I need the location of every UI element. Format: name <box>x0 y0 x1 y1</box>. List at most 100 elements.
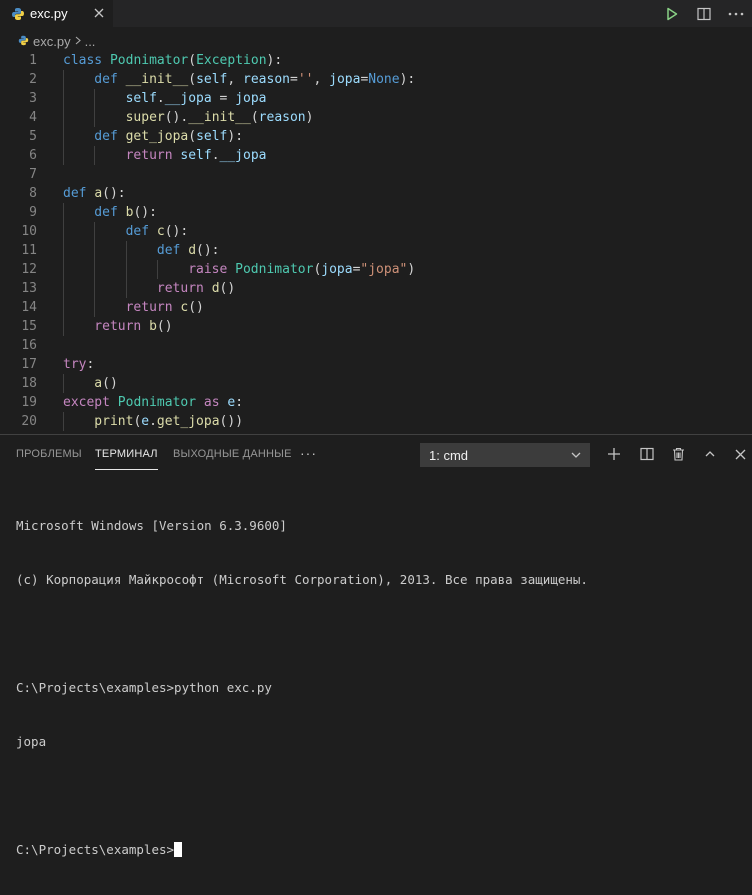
split-editor-icon[interactable] <box>688 2 720 26</box>
code-token: () <box>102 376 118 391</box>
code-token: __jopa <box>219 148 267 163</box>
terminal-line: Microsoft Windows [Version 6.3.9600] <box>16 518 287 533</box>
code-text: try: <box>63 355 94 374</box>
terminal-line: jopa <box>16 734 47 749</box>
line-number: 6 <box>29 148 37 163</box>
code-token: return <box>94 319 150 334</box>
code-token: get_jopa <box>125 129 189 144</box>
code-token: () <box>188 300 204 315</box>
code-token: self <box>125 91 157 106</box>
code-line[interactable]: 7 <box>0 165 752 184</box>
line-number: 19 <box>21 395 37 410</box>
code-token: d <box>211 281 220 296</box>
code-token: . <box>211 148 220 163</box>
code-text: raise Podnimator(jopa="jopa") <box>188 260 415 279</box>
chevron-up-icon[interactable] <box>698 443 722 465</box>
terminal-prompt: C:\Projects\examples> <box>16 842 175 857</box>
line-number: 11 <box>21 243 37 258</box>
code-token: as <box>196 395 228 410</box>
code-text: return c() <box>126 298 204 317</box>
indent-guide <box>63 279 64 298</box>
code-token: b <box>149 319 157 334</box>
code-line[interactable]: 4 super().__init__(reason) <box>0 108 752 127</box>
code-token: def <box>94 72 126 87</box>
code-text: def __init__(self, reason='', jopa=None)… <box>94 70 415 89</box>
code-line[interactable]: 8 def a(): <box>0 184 752 203</box>
close-tab-icon[interactable] <box>91 4 107 22</box>
code-line[interactable]: 11 def d(): <box>0 241 752 260</box>
indent-guide <box>94 279 96 298</box>
breadcrumb-symbols[interactable]: ... <box>85 34 96 49</box>
code-line[interactable]: 19 except Podnimator as e: <box>0 393 752 412</box>
code-line[interactable]: 13 return d() <box>0 279 752 298</box>
code-text: def get_jopa(self): <box>94 127 243 146</box>
editor-tab-bar: exc.py <box>0 0 752 27</box>
code-line[interactable]: 20 print(e.get_jopa()) <box>0 412 752 431</box>
code-line[interactable]: 9 def b(): <box>0 203 752 222</box>
panel-tab-bar: ПРОБЛЕМЫ ТЕРМИНАЛ ВЫХОДНЫЕ ДАННЫЕ ··· 1:… <box>0 435 752 473</box>
code-editor[interactable]: 1 class Podnimator(Exception): 2 def __init… <box>0 51 752 434</box>
tab-terminal[interactable]: ТЕРМИНАЛ <box>95 448 158 470</box>
indent-guide <box>156 260 158 279</box>
code-token: ) <box>305 110 314 125</box>
code-token: () <box>156 319 173 334</box>
indent-guide <box>63 317 64 336</box>
code-token: self <box>196 129 228 144</box>
line-number: 20 <box>21 414 37 429</box>
indent-guide <box>63 70 64 89</box>
indent-guide <box>63 412 64 431</box>
indent-guide <box>125 279 127 298</box>
code-token: def <box>125 224 157 239</box>
code-text: def b(): <box>94 203 157 222</box>
terminal-prompt-line: C:\Projects\examples> <box>16 841 588 859</box>
code-token: ( <box>250 110 259 125</box>
terminal-select[interactable]: 1: cmd <box>420 443 590 467</box>
line-number: 5 <box>29 129 37 144</box>
code-line[interactable]: 5 def get_jopa(self): <box>0 127 752 146</box>
code-line[interactable]: 15 return b() <box>0 317 752 336</box>
indent-guide <box>63 260 64 279</box>
breadcrumb: exc.py ... <box>18 33 95 49</box>
code-line[interactable]: 6 return self.__jopa <box>0 146 752 165</box>
code-line[interactable]: 12 raise Podnimator(jopa="jopa") <box>0 260 752 279</box>
tab-problems[interactable]: ПРОБЛЕМЫ <box>16 448 82 460</box>
code-text: class Podnimator(Exception): <box>63 51 282 70</box>
line-number: 7 <box>29 167 37 182</box>
new-terminal-icon[interactable] <box>602 443 626 465</box>
close-panel-icon[interactable] <box>728 443 752 465</box>
code-line[interactable]: 14 return c() <box>0 298 752 317</box>
python-file-icon <box>11 7 25 21</box>
split-terminal-icon[interactable] <box>635 443 659 465</box>
code-line[interactable]: 1 class Podnimator(Exception): <box>0 51 752 70</box>
breadcrumb-file[interactable]: exc.py <box>33 34 71 49</box>
more-actions-icon[interactable] <box>720 2 752 26</box>
code-token: , <box>227 72 244 87</box>
terminal-output[interactable]: Microsoft Windows [Version 6.3.9600] (c)… <box>16 481 588 895</box>
code-token: print <box>94 414 134 429</box>
code-token: ): <box>227 129 244 144</box>
code-line[interactable]: 2 def __init__(self, reason='', jopa=None… <box>0 70 752 89</box>
code-token: '' <box>297 72 314 87</box>
code-token: Podnimator <box>235 262 314 277</box>
terminal-line: (c) Корпорация Майкрософт (Microsoft Cor… <box>16 572 588 587</box>
tab-output[interactable]: ВЫХОДНЫЕ ДАННЫЕ <box>173 448 292 460</box>
code-line[interactable]: 3 self.__jopa = jopa <box>0 89 752 108</box>
code-token: "jopa" <box>360 262 408 277</box>
code-token: return <box>125 300 181 315</box>
code-token: get_jopa <box>156 414 220 429</box>
code-line[interactable]: 16 <box>0 336 752 355</box>
line-number: 14 <box>21 300 37 315</box>
run-python-file-icon[interactable] <box>656 2 688 26</box>
line-number: 9 <box>29 205 37 220</box>
code-token: raise <box>188 262 236 277</box>
more-views-icon[interactable]: ··· <box>300 445 317 461</box>
code-line[interactable]: 18 a() <box>0 374 752 393</box>
editor-tab-exc-py[interactable]: exc.py <box>0 0 113 27</box>
code-line[interactable]: 17 try: <box>0 355 752 374</box>
code-text: self.__jopa = jopa <box>126 89 267 108</box>
code-token: a <box>94 186 103 201</box>
code-token: c <box>156 224 165 239</box>
indent-guide <box>94 108 96 127</box>
trash-icon[interactable] <box>666 443 690 465</box>
code-line[interactable]: 10 def c(): <box>0 222 752 241</box>
